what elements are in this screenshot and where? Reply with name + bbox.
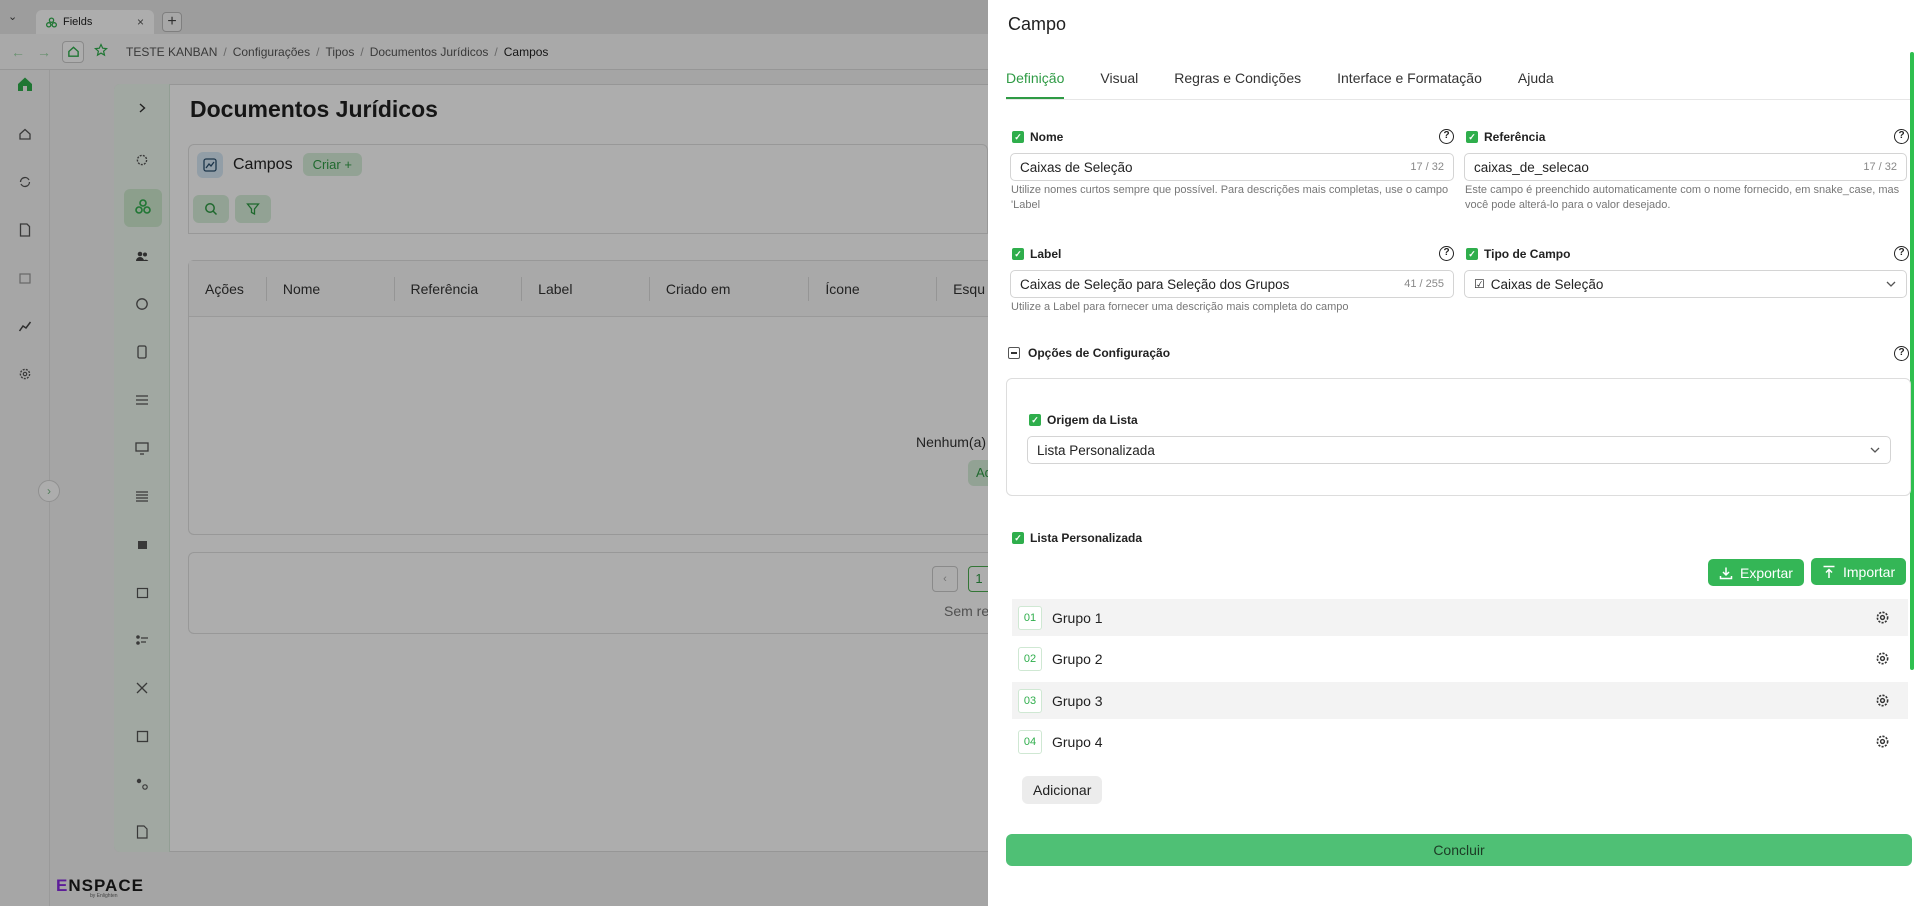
referencia-value: caixas_de_selecao [1474,159,1589,175]
item-label: Grupo 1 [1052,609,1103,626]
drawer-tabs: Definição Visual Regras e Condições Inte… [1006,66,1911,100]
config-section-header[interactable]: Opções de Configuração [1008,346,1170,360]
gear-icon[interactable] [1874,734,1890,750]
char-counter: 17 / 32 [1410,161,1444,173]
nome-hint: Utilize nomes curtos sempre que possível… [1011,184,1449,211]
list-item[interactable]: 02 Grupo 2 [1012,640,1908,677]
tab-ajuda[interactable]: Ajuda [1518,66,1554,99]
scrollbar[interactable] [1910,52,1914,670]
checkbox-checked-icon[interactable]: ✓ [1012,532,1024,544]
help-icon[interactable]: ? [1894,129,1909,144]
referencia-input[interactable]: caixas_de_selecao 17 / 32 [1464,153,1907,181]
origem-select[interactable]: Lista Personalizada [1027,436,1891,464]
help-icon[interactable]: ? [1439,246,1454,261]
label-value: Caixas de Seleção para Seleção dos Grupo… [1020,276,1290,292]
nome-label: ✓ Nome [1012,130,1063,144]
item-number: 02 [1018,646,1042,671]
list-item[interactable]: 03 Grupo 3 [1012,682,1908,719]
upload-icon [1823,565,1835,578]
gear-icon[interactable] [1874,693,1890,709]
checkbox-checked-icon[interactable]: ✓ [1012,248,1024,260]
gear-icon[interactable] [1874,610,1890,626]
tab-interface[interactable]: Interface e Formatação [1337,66,1482,99]
help-icon[interactable]: ? [1439,129,1454,144]
char-counter: 41 / 255 [1404,278,1444,290]
collapse-minus-icon[interactable] [1008,347,1020,359]
drawer-title: Campo [1008,14,1067,34]
import-button[interactable]: Importar [1811,558,1907,585]
origem-value: Lista Personalizada [1037,442,1155,458]
list-item[interactable]: 04 Grupo 4 [1012,723,1908,760]
item-number: 03 [1018,688,1042,713]
checkbox-checked-icon[interactable]: ✓ [1012,131,1024,143]
chevron-down-icon [1870,447,1880,453]
label-field-label: ✓ Label [1012,247,1061,261]
tab-definicao[interactable]: Definição [1006,66,1065,99]
tab-visual[interactable]: Visual [1100,66,1138,99]
tab-regras[interactable]: Regras e Condições [1174,66,1301,99]
item-label: Grupo 2 [1052,650,1103,667]
lista-label: ✓ Lista Personalizada [1012,531,1142,545]
referencia-label: ✓ Referência [1466,130,1545,144]
checkbox-type-icon: ☑ [1474,277,1485,291]
item-label: Grupo 4 [1052,733,1103,750]
checkbox-checked-icon[interactable]: ✓ [1466,131,1478,143]
label-hint: Utilize a Label para fornecer uma descri… [1011,301,1349,313]
gear-icon[interactable] [1874,651,1890,667]
nome-value: Caixas de Seleção [1020,159,1133,175]
item-number: 01 [1018,605,1042,630]
help-icon[interactable]: ? [1894,246,1909,261]
tipo-label: ✓ Tipo de Campo [1466,247,1570,261]
tipo-value: Caixas de Seleção [1490,276,1604,292]
referencia-hint: Este campo é preenchido automaticamente … [1465,184,1900,211]
modal-overlay[interactable] [0,0,988,906]
tipo-select[interactable]: ☑ Caixas de Seleção [1464,270,1907,298]
checkbox-checked-icon[interactable]: ✓ [1029,414,1041,426]
item-number: 04 [1018,729,1042,754]
add-item-button[interactable]: Adicionar [1022,776,1103,804]
char-counter: 17 / 32 [1863,161,1897,173]
item-label: Grupo 3 [1052,692,1103,709]
label-input[interactable]: Caixas de Seleção para Seleção dos Grupo… [1010,270,1454,298]
help-icon[interactable]: ? [1894,346,1909,361]
download-icon [1719,567,1733,579]
origem-label: ✓ Origem da Lista [1029,413,1138,427]
submit-button[interactable]: Concluir [1006,834,1912,866]
chevron-down-icon [1886,281,1896,287]
checkbox-checked-icon[interactable]: ✓ [1466,248,1478,260]
list-item[interactable]: 01 Grupo 1 [1012,599,1908,636]
export-button[interactable]: Exportar [1708,559,1804,586]
nome-input[interactable]: Caixas de Seleção 17 / 32 [1010,153,1454,181]
